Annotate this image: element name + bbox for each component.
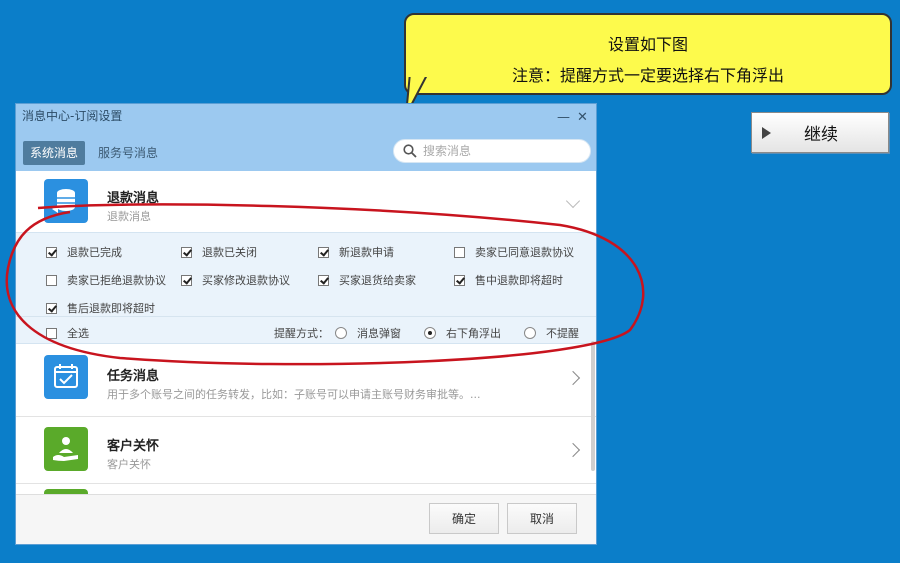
checkbox[interactable] — [181, 274, 192, 286]
category-refund-subtitle: 退款消息 — [107, 210, 151, 223]
refund-options-panel: 退款已完成 退款已关闭 新退款申请 卖家已同意退款协议 卖家已拒绝退款协议 买家… — [16, 232, 596, 344]
option-aftersale-timeout[interactable]: 售后退款即将超时 — [46, 300, 155, 316]
message-category-list: 退款消息 退款消息 退款已完成 退款已关闭 新退款申请 卖家已同意退款协议 卖家… — [16, 171, 596, 494]
category-care-subtitle: 客户关怀 — [107, 458, 151, 471]
checkbox[interactable] — [46, 327, 57, 339]
cancel-button[interactable]: 取消 — [507, 503, 577, 534]
radio-label: 不提醒 — [546, 327, 579, 340]
category-task-subtitle: 用于多个账号之间的任务转发，比如：子账号可以申请主账号财务审批等。... — [107, 388, 481, 401]
ok-button[interactable]: 确定 — [429, 503, 499, 534]
category-refund-title: 退款消息 — [107, 191, 160, 206]
dialog-footer: 确定 取消 — [16, 494, 596, 544]
scrollbar[interactable] — [591, 341, 595, 471]
option-seller-rejected[interactable]: 卖家已拒绝退款协议 — [46, 272, 166, 288]
category-task[interactable]: 任务消息 用于多个账号之间的任务转发，比如：子账号可以申请主账号财务审批等。..… — [16, 351, 596, 415]
option-refund-closed[interactable]: 退款已关闭 — [181, 244, 257, 260]
continue-button-label: 继续 — [804, 125, 838, 145]
dialog-title: 消息中心-订阅设置 — [22, 109, 123, 123]
subscription-settings-dialog: 消息中心-订阅设置 — ✕ 系统消息 服务号消息 搜索消息 退款消息 退款消息 … — [15, 103, 597, 545]
refund-icon — [44, 179, 88, 223]
option-label: 卖家已拒绝退款协议 — [67, 274, 166, 287]
callout-line-2: 注意：提醒方式一定要选择右下角浮出 — [511, 66, 784, 85]
option-label: 售中退款即将超时 — [475, 274, 563, 287]
category-refund[interactable]: 退款消息 退款消息 — [16, 171, 596, 235]
option-label: 新退款申请 — [339, 246, 394, 259]
tab-system-messages[interactable]: 系统消息 — [23, 141, 86, 165]
option-buyer-returned[interactable]: 买家退货给卖家 — [318, 272, 416, 288]
option-seller-agreed[interactable]: 卖家已同意退款协议 — [454, 244, 574, 260]
reminder-bottom-right[interactable]: 右下角浮出 — [424, 325, 501, 341]
options-divider — [16, 316, 596, 317]
reminder-none[interactable]: 不提醒 — [524, 325, 579, 341]
select-all-label: 全选 — [67, 327, 89, 340]
checkbox[interactable] — [181, 246, 192, 258]
minimize-icon[interactable]: — — [557, 106, 570, 130]
row-divider — [16, 483, 596, 484]
reminder-popup[interactable]: 消息弹窗 — [335, 325, 401, 341]
callout-line-1: 设置如下图 — [607, 35, 688, 54]
reminder-label: 提醒方式： — [274, 327, 329, 340]
dialog-titlebar: 消息中心-订阅设置 — ✕ — [16, 104, 596, 131]
category-care-title: 客户关怀 — [107, 439, 160, 454]
option-label: 买家修改退款协议 — [202, 274, 290, 287]
option-label: 买家退货给卖家 — [339, 274, 416, 287]
option-buyer-modified[interactable]: 买家修改退款协议 — [181, 272, 290, 288]
checkbox[interactable] — [46, 246, 57, 258]
chevron-right-icon[interactable] — [565, 370, 581, 386]
option-label: 售后退款即将超时 — [67, 302, 155, 315]
close-icon[interactable]: ✕ — [577, 106, 588, 130]
checkbox[interactable] — [318, 274, 329, 286]
dialog-toolbar: 系统消息 服务号消息 — [16, 131, 596, 171]
search-box[interactable] — [393, 139, 591, 163]
play-icon — [762, 126, 771, 139]
radio-button[interactable] — [524, 327, 536, 339]
chevron-right-icon[interactable] — [565, 442, 581, 458]
radio-label: 消息弹窗 — [357, 327, 401, 340]
radio-label: 右下角浮出 — [446, 327, 501, 340]
checkbox[interactable] — [46, 302, 57, 314]
instruction-callout: 设置如下图 注意：提醒方式一定要选择右下角浮出 — [404, 13, 892, 116]
option-refund-completed[interactable]: 退款已完成 — [46, 244, 122, 260]
checkbox[interactable] — [46, 274, 57, 286]
search-icon — [403, 144, 417, 158]
select-all[interactable]: 全选 — [46, 325, 89, 341]
search-input[interactable] — [423, 144, 573, 158]
care-icon — [44, 427, 88, 471]
option-label: 退款已关闭 — [202, 246, 257, 259]
tab-service-messages[interactable]: 服务号消息 — [91, 141, 165, 165]
option-new-refund-request[interactable]: 新退款申请 — [318, 244, 394, 260]
option-label: 退款已完成 — [67, 246, 122, 259]
checkbox[interactable] — [454, 274, 465, 286]
calendar-icon — [44, 355, 88, 399]
radio-button[interactable] — [335, 327, 347, 339]
category-customer-care[interactable]: 客户关怀 客户关怀 — [16, 417, 596, 481]
chevron-down-icon[interactable] — [565, 193, 581, 209]
category-task-title: 任务消息 — [107, 369, 160, 384]
radio-button[interactable] — [424, 327, 436, 339]
checkbox[interactable] — [454, 246, 465, 258]
checkbox[interactable] — [318, 246, 329, 258]
option-presale-timeout[interactable]: 售中退款即将超时 — [454, 272, 563, 288]
continue-button[interactable]: 继续 — [751, 112, 889, 153]
option-label: 卖家已同意退款协议 — [475, 246, 574, 259]
